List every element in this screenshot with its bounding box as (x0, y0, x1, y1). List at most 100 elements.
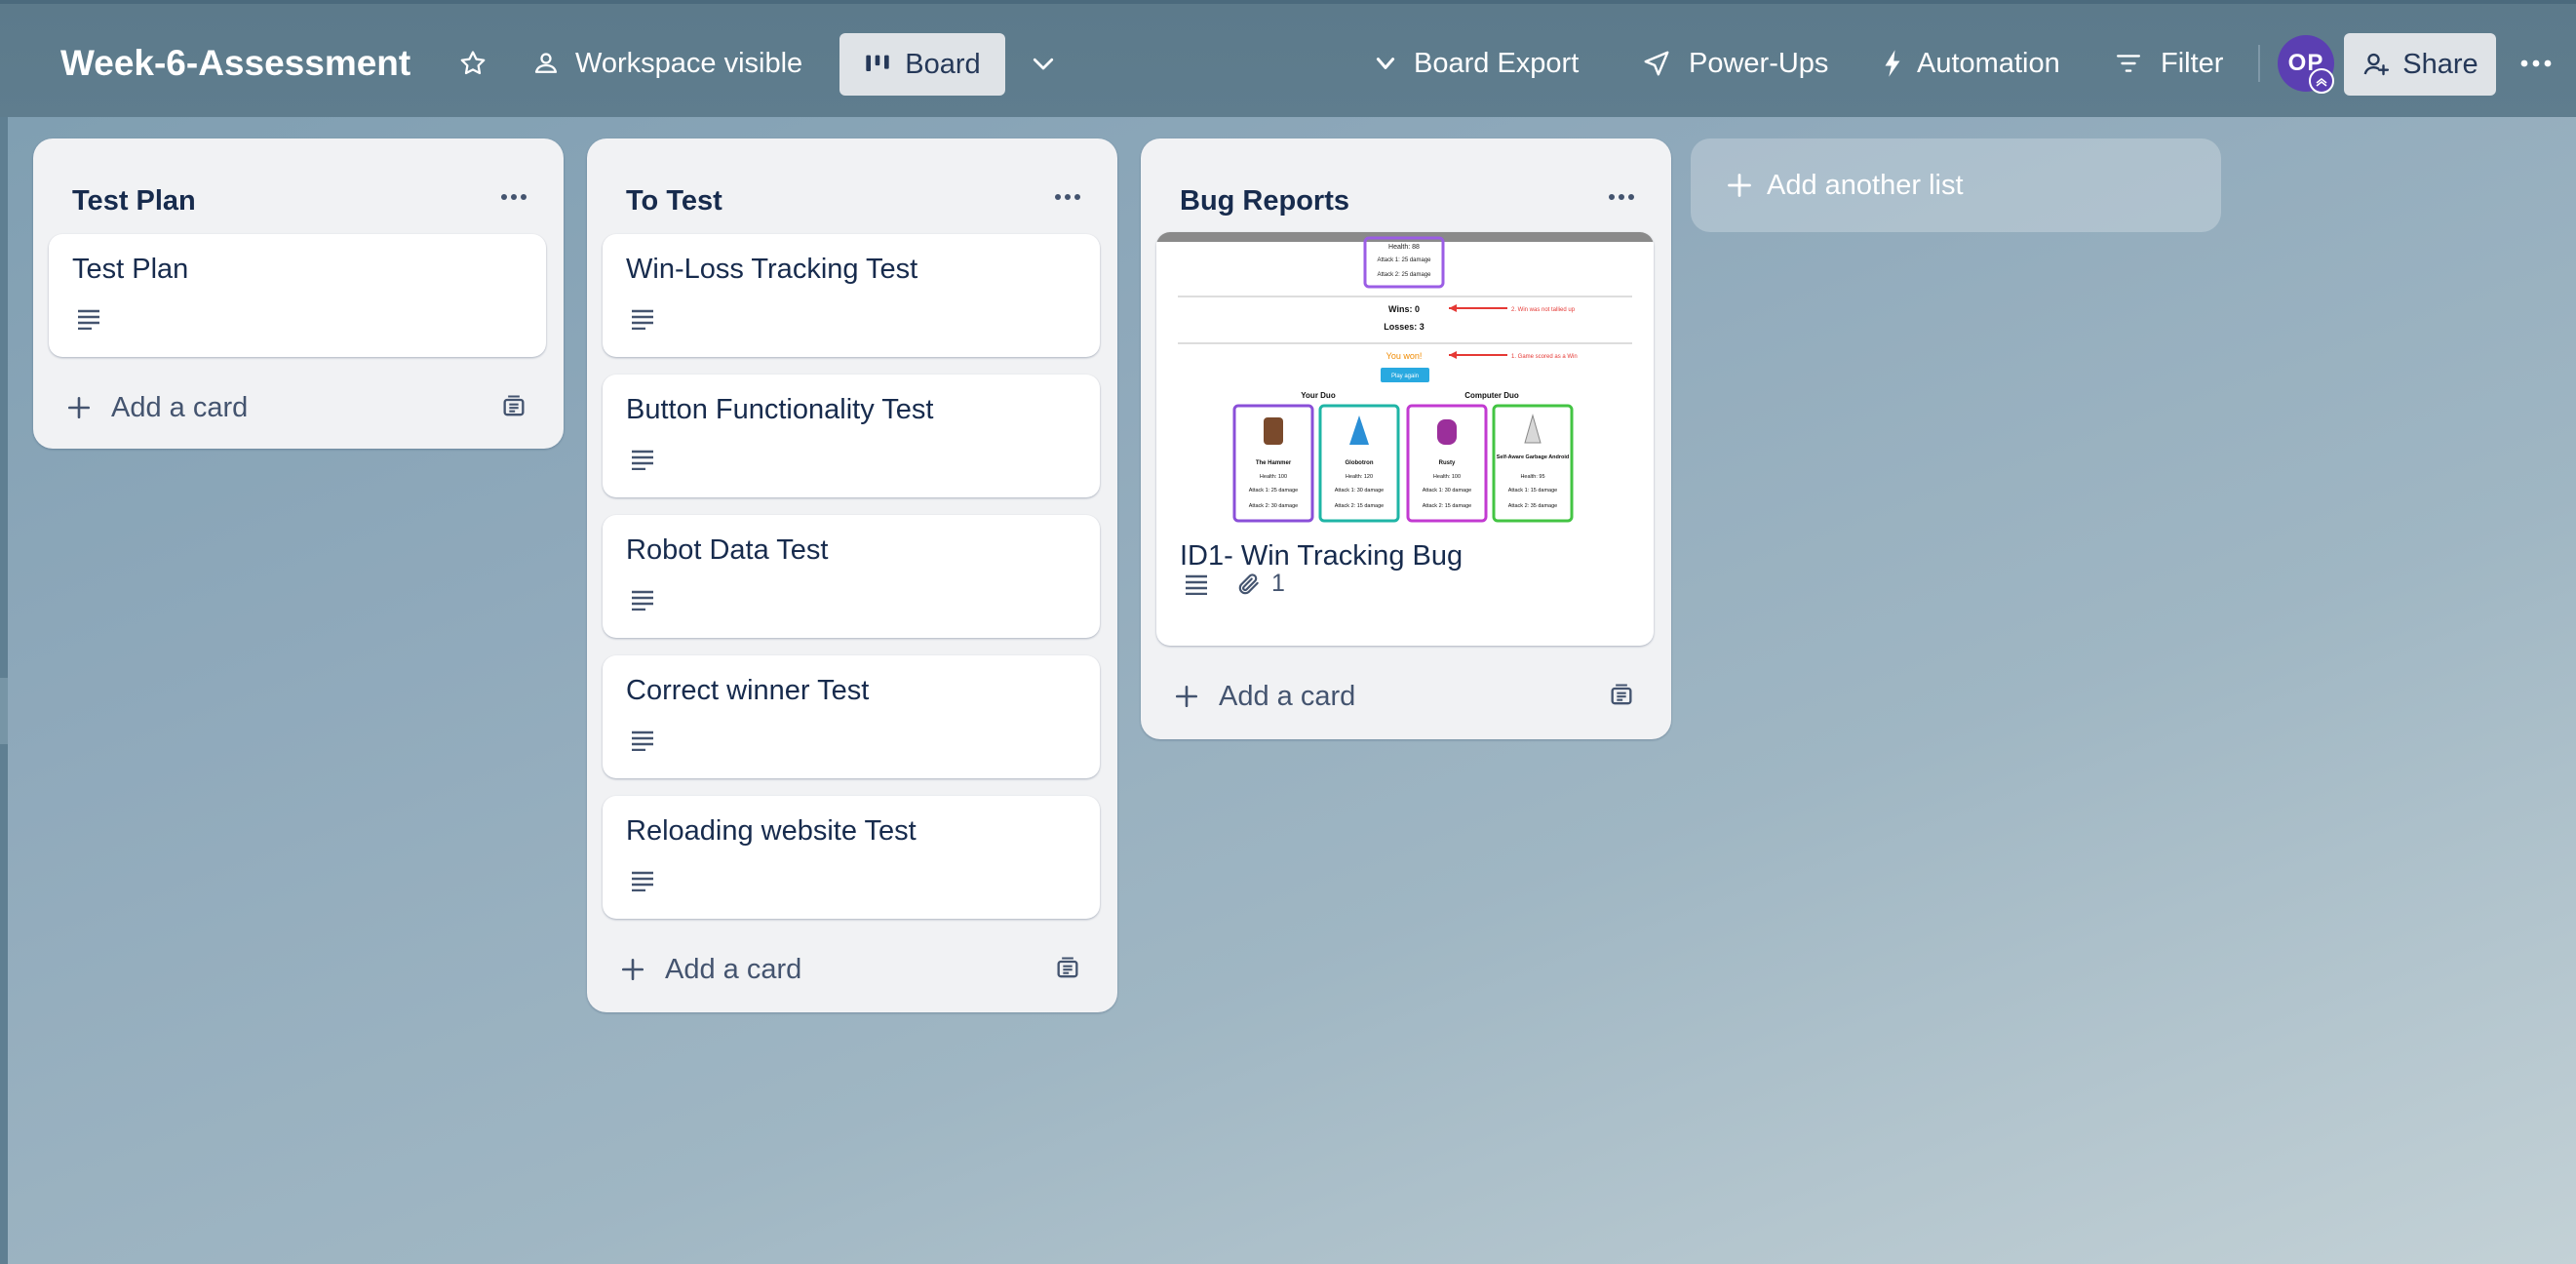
template-icon (503, 395, 525, 416)
cover-bot-attack1: Attack 1: 25 damage (1249, 488, 1298, 494)
cover-wins: Wins: 0 (1388, 304, 1420, 314)
cover-computer-duo: Computer Duo (1464, 391, 1519, 400)
plus-icon (67, 396, 91, 419)
template-icon (1611, 684, 1632, 705)
description-icon (1186, 574, 1207, 595)
list-bug-reports: Bug Reports Health: 88 Attack 1: 25 dama… (1141, 138, 1671, 739)
cover-your-duo: Your Duo (1301, 391, 1336, 400)
description-icon (630, 449, 657, 475)
cover-attack2-top: Attack 2: 25 damage (1377, 272, 1431, 278)
card[interactable]: Robot Data Test (603, 515, 1100, 638)
filter-icon (2116, 55, 2141, 72)
cover-bot-attack1: Attack 1: 30 damage (1423, 488, 1471, 494)
cover-annotation-won: 1. Game scored as a Win (1511, 354, 1578, 360)
cover-you-won: You won! (1386, 351, 1423, 361)
cover-bot-card: Self-Aware Garbage Android Health: 95 At… (1492, 404, 1574, 523)
description-icon (76, 308, 103, 335)
board-view-button[interactable]: Board (839, 33, 1005, 96)
description-icon (630, 308, 657, 335)
cover-bot-name: Rusty (1439, 460, 1456, 466)
card-template-button[interactable] (491, 384, 536, 429)
add-another-list-button[interactable]: Add another list (1691, 138, 2221, 232)
view-switcher-button[interactable] (1024, 41, 1063, 86)
workspace-visibility-button[interactable]: Workspace visible (530, 39, 802, 88)
card[interactable]: Win-Loss Tracking Test (603, 234, 1100, 357)
cover-bot-attack2: Attack 2: 15 damage (1335, 503, 1384, 509)
list-title[interactable]: To Test (626, 185, 722, 217)
cover-health-top: Health: 88 (1388, 244, 1420, 251)
board-header: Week-6-Assessment Workspace visible Boar… (0, 0, 2576, 117)
left-edge-strip (0, 0, 8, 1264)
cover-bot-attack2: Attack 2: 15 damage (1423, 503, 1471, 509)
card[interactable]: Correct winner Test (603, 655, 1100, 778)
add-person-icon (2363, 53, 2390, 76)
board-title[interactable]: Week-6-Assessment (60, 39, 410, 88)
star-button[interactable] (449, 41, 497, 86)
board-icon (866, 55, 889, 71)
list-to-test: To Test Win-Loss Tracking Test Button Fu… (587, 138, 1117, 1012)
card-title: Correct winner Test (626, 675, 870, 706)
cover-losses: Losses: 3 (1384, 322, 1425, 332)
rocket-icon (1644, 51, 1669, 76)
card[interactable]: Reloading website Test (603, 796, 1100, 919)
cover-attack1-top: Attack 1: 25 damage (1377, 257, 1431, 263)
card-with-cover[interactable]: Health: 88 Attack 1: 25 damage Attack 2:… (1156, 232, 1654, 646)
lightning-icon (1885, 50, 1900, 77)
card-badges: 1 (1184, 570, 1285, 598)
cover-bot-attack1: Attack 1: 30 damage (1335, 488, 1384, 494)
cover-bot-health: Health: 100 (1433, 474, 1461, 480)
cover-bot-name: The Hammer (1256, 460, 1292, 466)
chevron-down-icon (1033, 58, 1054, 70)
list-menu-button[interactable] (488, 174, 540, 220)
ellipsis-icon (1609, 194, 1634, 200)
add-card-label: Add a card (1219, 680, 1356, 712)
add-card-button[interactable]: Add a card (66, 380, 248, 435)
ellipsis-icon (501, 194, 527, 200)
list-title[interactable]: Bug Reports (1180, 185, 1349, 217)
add-card-label: Add a card (111, 391, 249, 423)
cover-bot-attack1: Attack 1: 15 damage (1508, 488, 1557, 494)
add-card-button[interactable]: Add a card (1174, 669, 1355, 724)
admin-badge-icon (2309, 68, 2334, 94)
more-menu-button[interactable] (2514, 41, 2558, 86)
plus-icon (1728, 174, 1751, 197)
card-cover-image: Health: 88 Attack 1: 25 damage Attack 2:… (1156, 232, 1654, 525)
sidebar-handle[interactable] (0, 678, 8, 744)
card[interactable]: Button Functionality Test (603, 375, 1100, 497)
list-menu-button[interactable] (1595, 174, 1648, 220)
card-template-button[interactable] (1599, 673, 1644, 718)
cover-bot-card: Rusty Health: 100 Attack 1: 30 damage At… (1406, 404, 1488, 523)
card-template-button[interactable] (1045, 946, 1090, 991)
cover-bot-name: Globotron (1346, 460, 1374, 466)
card-title: Robot Data Test (626, 534, 829, 566)
card-title: Button Functionality Test (626, 394, 934, 425)
ellipsis-icon (1055, 194, 1080, 200)
power-ups-label: Power-Ups (1689, 47, 1829, 79)
board-export-button[interactable]: Board Export (1373, 39, 1579, 88)
board-export-label: Board Export (1414, 47, 1580, 79)
list-menu-button[interactable] (1041, 174, 1094, 220)
list-title[interactable]: Test Plan (72, 185, 196, 217)
plus-icon (1175, 685, 1198, 708)
card[interactable]: Test Plan (49, 234, 546, 357)
ellipsis-icon (2520, 59, 2552, 67)
card-title: Test Plan (72, 254, 189, 285)
cover-bot-health: Health: 100 (1260, 474, 1287, 480)
add-another-list-label: Add another list (1767, 169, 1964, 201)
power-ups-button[interactable]: Power-Ups (1642, 39, 1828, 88)
add-card-button[interactable]: Add a card (620, 942, 801, 997)
card-title: Win-Loss Tracking Test (626, 254, 918, 285)
filter-button[interactable]: Filter (2116, 39, 2223, 88)
cover-bot-health: Health: 95 (1520, 474, 1544, 480)
board-view-label: Board (905, 48, 981, 80)
chevron-down-icon (1376, 58, 1395, 69)
paperclip-icon (1238, 573, 1259, 594)
cover-annotation-wins: 2. Win was not tallied up (1511, 307, 1576, 313)
cover-bot-attack2: Attack 2: 30 damage (1249, 503, 1298, 509)
cover-bot-card: Globotron Health: 120 Attack 1: 30 damag… (1318, 404, 1400, 523)
share-button[interactable]: Share (2344, 33, 2496, 96)
automation-button[interactable]: Automation (1882, 39, 2060, 88)
cover-bot-card: The Hammer Health: 100 Attack 1: 25 dama… (1232, 404, 1314, 523)
star-icon (460, 51, 486, 75)
header-divider (2258, 45, 2260, 82)
